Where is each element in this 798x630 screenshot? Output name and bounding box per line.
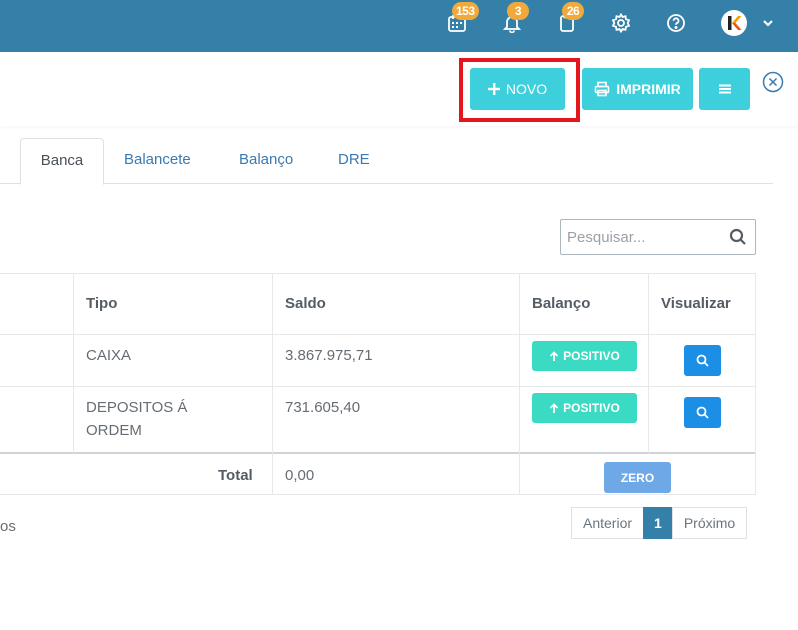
pagination-prev[interactable]: Anterior [571, 507, 645, 539]
cell-saldo: 731.605,40 [285, 399, 361, 416]
header-visualizar[interactable]: Visualizar [661, 295, 731, 312]
help-icon[interactable] [663, 10, 689, 36]
top-navbar: 153 3 26 [0, 0, 798, 52]
tab-balancete[interactable]: Balancete [124, 138, 191, 184]
new-button-label: NOVO [505, 81, 548, 97]
table-border [0, 334, 756, 335]
zero-badge[interactable]: ZERO [604, 462, 671, 493]
arrow-up-icon [550, 402, 559, 413]
table-border [73, 273, 74, 453]
total-label: Total [218, 467, 253, 484]
header-balanco[interactable]: Balanço [532, 295, 590, 312]
search-icon [696, 354, 709, 367]
close-icon[interactable] [762, 71, 784, 93]
printer-icon [594, 81, 610, 97]
cell-tipo-line2: ORDEM [86, 422, 142, 439]
cell-tipo: DEPOSITOS Á [86, 399, 188, 416]
calendar-icon[interactable]: 153 [444, 2, 479, 36]
table-border [0, 386, 756, 387]
plus-icon [487, 83, 500, 95]
pagination-page-1[interactable]: 1 [643, 507, 673, 539]
table-border [648, 273, 649, 453]
table-border [0, 494, 756, 495]
total-value: 0,00 [285, 467, 315, 484]
table-border [0, 452, 756, 454]
table-border [0, 273, 756, 274]
new-button[interactable]: NOVO [470, 68, 565, 110]
tab-banca[interactable]: Banca [20, 138, 104, 185]
table-border [519, 273, 520, 495]
view-button[interactable] [684, 397, 721, 428]
pagination-next[interactable]: Próximo [671, 507, 748, 539]
cell-saldo: 3.867.975,71 [285, 347, 373, 364]
pagination: Anterior 1 Próximo [571, 507, 748, 539]
search-input[interactable] [561, 220, 721, 254]
header-saldo[interactable]: Saldo [285, 295, 326, 312]
bell-badge: 3 [507, 2, 529, 20]
print-button[interactable]: IMPRIMIR [582, 68, 693, 110]
search-icon[interactable] [729, 228, 747, 246]
tab-dre[interactable]: DRE [338, 138, 370, 184]
report-tabs: Banca Balancete Balanço DRE [0, 138, 773, 185]
gear-icon[interactable] [608, 10, 634, 36]
menu-button[interactable] [699, 68, 750, 110]
header-tipo[interactable]: Tipo [86, 295, 117, 312]
arrow-up-icon [550, 350, 559, 361]
action-bar: NOVO IMPRIMIR [0, 52, 798, 126]
bell-icon[interactable]: 3 [499, 2, 529, 36]
avatar[interactable] [721, 10, 747, 36]
view-button[interactable] [684, 345, 721, 376]
clipboard-icon[interactable]: 26 [554, 2, 584, 36]
search-box [560, 219, 756, 255]
hamburger-icon [718, 84, 731, 94]
positive-badge[interactable]: POSITIVO [532, 393, 637, 423]
chevron-down-icon[interactable] [762, 16, 774, 28]
positive-badge[interactable]: POSITIVO [532, 341, 637, 371]
search-icon [696, 406, 709, 419]
table-border [272, 273, 273, 495]
clipboard-badge: 26 [562, 2, 584, 20]
brand-logo-icon [728, 16, 742, 30]
print-button-label: IMPRIMIR [616, 81, 681, 97]
table-border [755, 273, 756, 495]
accounts-table: Tipo Saldo Balanço Visualizar CAIXA 3.86… [0, 273, 756, 495]
records-info: os [0, 518, 16, 535]
positive-label: POSITIVO [563, 401, 620, 415]
positive-label: POSITIVO [563, 349, 620, 363]
tab-balanco[interactable]: Balanço [239, 138, 293, 184]
calendar-badge: 153 [452, 2, 479, 20]
cell-tipo: CAIXA [86, 347, 132, 364]
